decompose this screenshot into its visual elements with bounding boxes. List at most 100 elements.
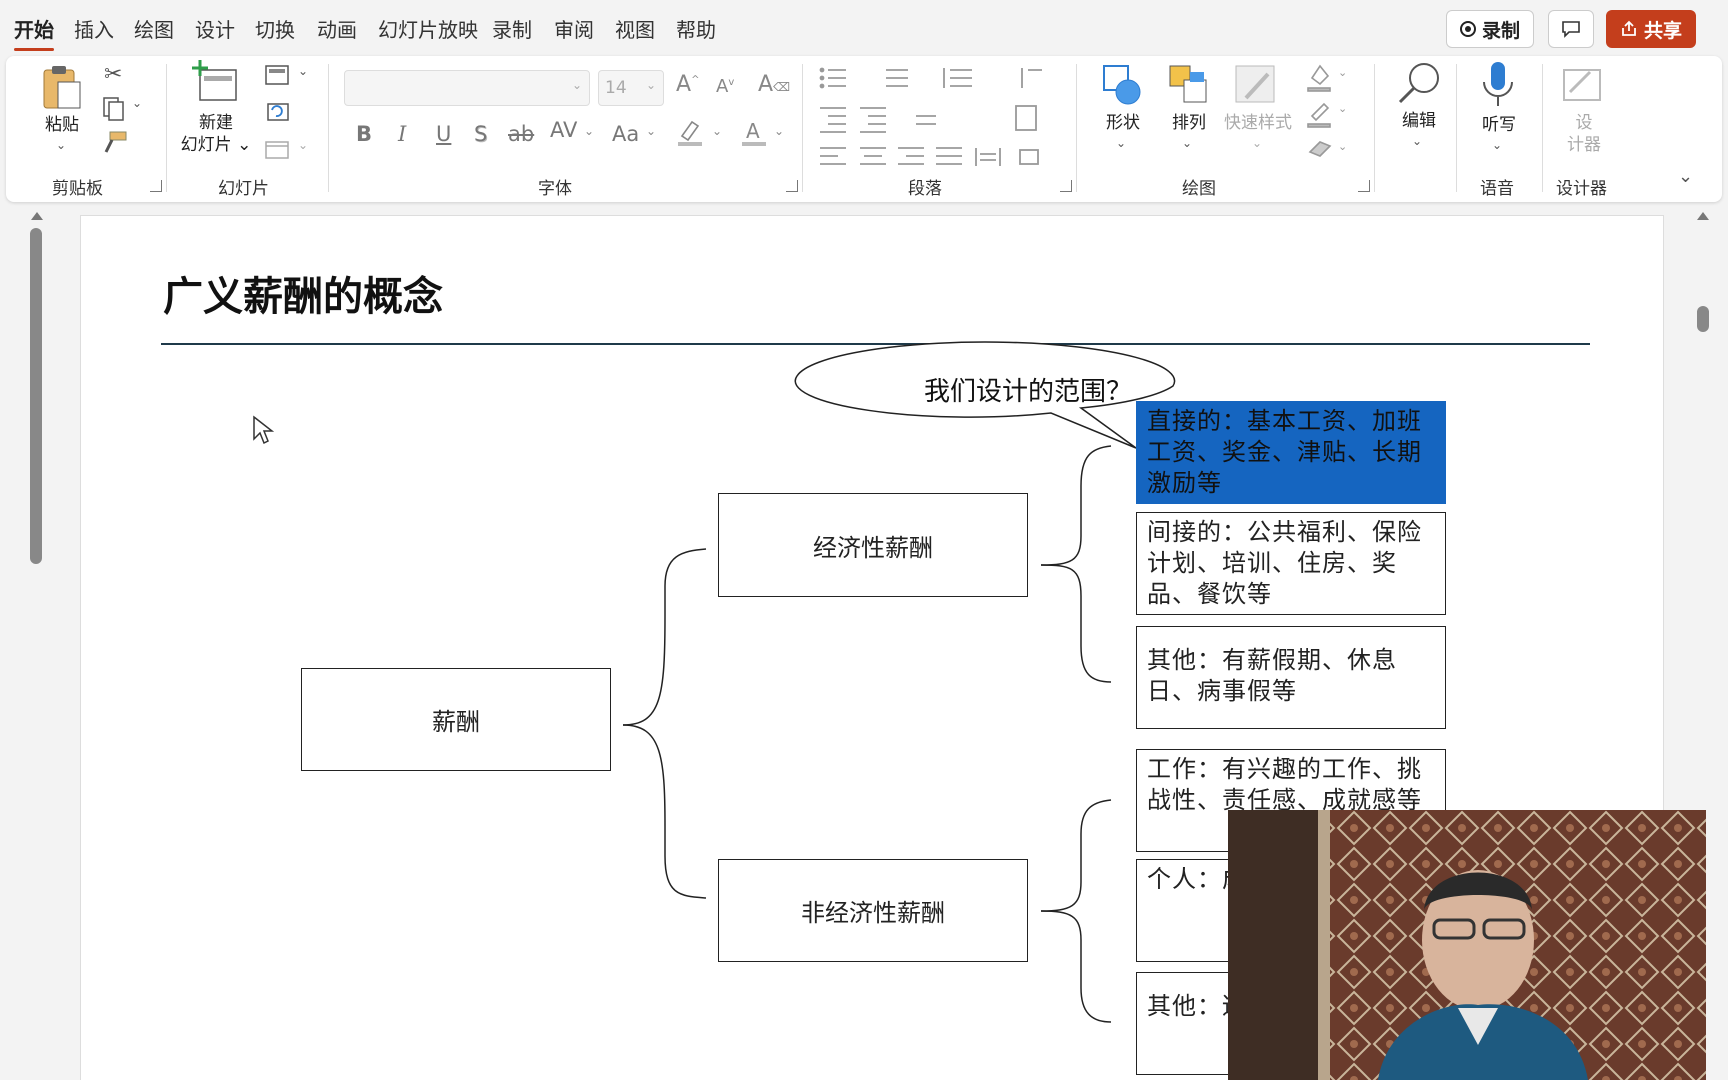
comment-icon — [1562, 21, 1580, 38]
chevron-down-icon[interactable]: ⌄ — [1412, 134, 1422, 148]
chevron-down-icon[interactable]: ⌄ — [774, 124, 784, 138]
scroll-up-icon[interactable] — [31, 212, 43, 220]
strikethrough-button[interactable]: ab — [508, 122, 534, 146]
character-spacing-button[interactable]: AV — [550, 118, 577, 142]
connector-root-economic — [622, 548, 707, 726]
arrange-icon[interactable] — [1166, 62, 1212, 108]
webcam-overlay — [1228, 810, 1706, 1080]
svg-text:⌄: ⌄ — [1338, 66, 1347, 79]
microphone-icon[interactable] — [1480, 60, 1516, 112]
paragraph-controls[interactable] — [816, 62, 1060, 172]
dialog-launcher-icon[interactable] — [150, 180, 162, 192]
thumbnail-scrollbar[interactable] — [30, 228, 42, 564]
clear-formatting-icon[interactable]: A⌫ — [758, 72, 790, 97]
tab-animations[interactable]: 动画 — [317, 14, 357, 43]
reset-icon[interactable] — [264, 100, 292, 122]
dialog-launcher-icon[interactable] — [1358, 180, 1370, 192]
slide-scrollbar[interactable] — [1697, 306, 1709, 332]
font-color-icon[interactable]: A — [740, 118, 768, 148]
designer-label-line1: 设 — [1575, 113, 1593, 133]
layout-icon[interactable] — [264, 64, 292, 86]
italic-button[interactable]: I — [398, 122, 406, 146]
bold-button[interactable]: B — [356, 122, 372, 146]
chevron-down-icon[interactable]: ⌄ — [132, 96, 142, 110]
format-painter-icon[interactable] — [102, 130, 128, 154]
tab-insert[interactable]: 插入 — [74, 14, 114, 43]
designer-label-line2: 计器 — [1567, 135, 1601, 155]
ribbon: 粘贴 ⌄ ✂ ⌄ 剪贴板 新建 幻灯片 ⌄ ⌄ ⌄ 幻灯片 ⌄ 14 ⌄ A^ A… — [6, 56, 1722, 202]
share-button[interactable]: 共享 — [1606, 10, 1696, 48]
change-case-button[interactable]: Aa — [612, 122, 639, 146]
chevron-down-icon[interactable]: ⌄ — [646, 124, 656, 138]
highlight-icon[interactable] — [676, 118, 704, 148]
tab-draw[interactable]: 绘图 — [134, 14, 174, 43]
leaf-indirect[interactable]: 间接的：公共福利、保险计划、培训、住房、奖品、餐饮等 — [1136, 512, 1446, 615]
scroll-up-icon[interactable] — [1697, 212, 1709, 220]
dictate-label: 听写 — [1482, 115, 1516, 135]
record-button[interactable]: 录制 — [1446, 10, 1534, 48]
svg-text:⌄: ⌄ — [1338, 102, 1347, 115]
chevron-down-icon[interactable]: ⌄ — [712, 124, 722, 138]
chevron-down-icon[interactable]: ⌄ — [1492, 138, 1502, 152]
tab-transitions[interactable]: 切换 — [255, 14, 295, 43]
dialog-launcher-icon[interactable] — [786, 180, 798, 192]
tab-slideshow[interactable]: 幻灯片放映 — [378, 14, 478, 43]
menu-bar: 开始 插入 绘图 设计 切换 动画 幻灯片放映 录制 审阅 视图 帮助 录制 共… — [0, 0, 1728, 56]
record-icon — [1459, 21, 1476, 37]
arrange-label: 排列 — [1172, 113, 1206, 133]
designer-icon[interactable] — [1560, 62, 1608, 106]
presenter-video — [1228, 810, 1706, 1080]
shadow-button[interactable]: S — [474, 122, 487, 146]
tab-home[interactable]: 开始 — [14, 14, 54, 51]
editing-label: 编辑 — [1402, 111, 1436, 131]
chevron-down-icon[interactable]: ⌄ — [298, 64, 308, 78]
tab-design[interactable]: 设计 — [195, 14, 235, 43]
leaf-direct[interactable]: 直接的：基本工资、加班工资、奖金、津贴、长期激励等 — [1136, 401, 1446, 504]
connector-root-noneconomic — [622, 724, 707, 899]
increase-font-icon[interactable]: A^ — [676, 72, 699, 97]
slides-group-label: 幻灯片 — [218, 179, 269, 199]
chevron-down-icon[interactable]: ⌄ — [584, 124, 594, 138]
connector-noneconomic-leaf4 — [1040, 799, 1112, 912]
drawing-group-label: 绘图 — [1182, 179, 1216, 199]
cut-icon[interactable]: ✂ — [104, 62, 122, 87]
chevron-down-icon[interactable]: ⌄ — [298, 138, 308, 152]
share-icon — [1622, 20, 1636, 36]
underline-button[interactable]: U — [436, 122, 451, 146]
quick-styles-icon[interactable] — [1232, 62, 1278, 108]
search-icon[interactable] — [1396, 60, 1444, 108]
section-icon[interactable] — [264, 138, 292, 160]
shapes-label: 形状 — [1106, 113, 1140, 133]
new-slide-label: 新建 幻灯片 ⌄ — [180, 113, 252, 155]
new-slide-icon[interactable] — [192, 60, 240, 104]
copy-icon[interactable] — [102, 96, 126, 122]
chevron-down-icon[interactable]: ⌄ — [56, 138, 66, 152]
chevron-down-icon[interactable]: ⌄ — [1252, 136, 1262, 150]
font-group-label: 字体 — [538, 179, 572, 199]
comments-button[interactable] — [1548, 10, 1594, 48]
quick-styles-label: 快速样式 — [1224, 113, 1292, 133]
paste-icon[interactable] — [40, 62, 86, 112]
chevron-down-icon[interactable]: ⌄ — [1116, 136, 1126, 150]
fill-outline-effects-icons[interactable]: ⌄ ⌄ ⌄ — [1306, 62, 1356, 162]
designer-label: 设计器 — [1560, 112, 1608, 156]
collapse-ribbon-icon[interactable]: ⌄ — [1678, 166, 1693, 187]
tab-help[interactable]: 帮助 — [676, 14, 716, 43]
dialog-launcher-icon[interactable] — [1060, 180, 1072, 192]
shapes-icon[interactable] — [1100, 62, 1146, 108]
tab-record[interactable]: 录制 — [492, 14, 532, 43]
new-slide-line1: 新建 — [199, 113, 233, 133]
noneconomic-node[interactable]: 非经济性薪酬 — [718, 859, 1028, 962]
chevron-down-icon[interactable]: ⌄ — [1182, 136, 1192, 150]
clipboard-group-label: 剪贴板 — [52, 179, 103, 199]
connector-noneconomic-leaf6 — [1040, 910, 1112, 1023]
economic-node[interactable]: 经济性薪酬 — [718, 493, 1028, 597]
font-name-select[interactable] — [344, 70, 590, 106]
root-node[interactable]: 薪酬 — [301, 668, 611, 771]
tab-review[interactable]: 审阅 — [554, 14, 594, 43]
connector-economic-leaf1 — [1040, 445, 1112, 566]
decrease-font-icon[interactable]: Av — [716, 76, 734, 97]
chevron-down-icon: ⌄ — [572, 78, 583, 92]
leaf-other-economic[interactable]: 其他：有薪假期、休息日、病事假等 — [1136, 626, 1446, 729]
tab-view[interactable]: 视图 — [615, 14, 655, 43]
